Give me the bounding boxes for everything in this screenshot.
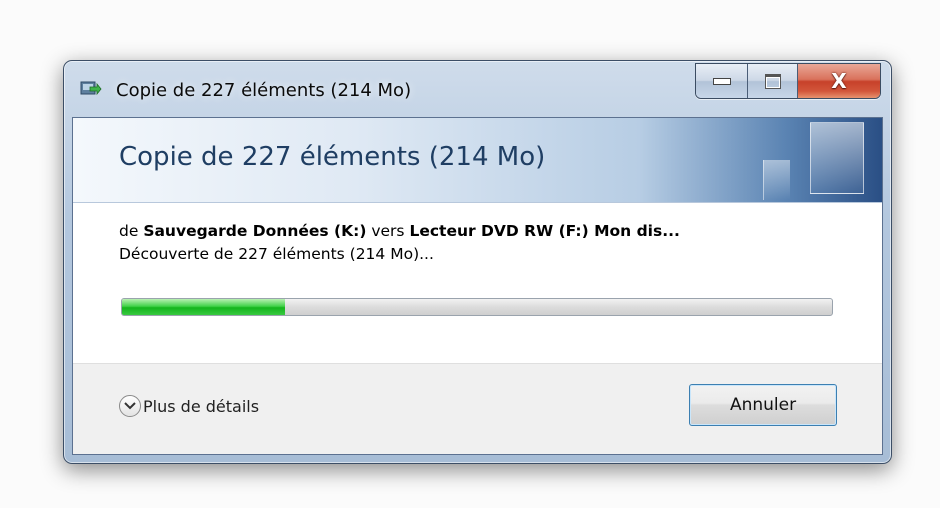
maximize-button[interactable] <box>748 64 798 98</box>
maximize-icon <box>764 73 781 89</box>
transfer-status: Découverte de 227 éléments (214 Mo)... <box>119 245 434 263</box>
dialog-footer: Plus de détails Annuler <box>73 363 882 454</box>
more-details-label[interactable]: Plus de détails <box>143 397 259 416</box>
header-title: Copie de 227 éléments (214 Mo) <box>119 142 546 172</box>
copy-dialog-window: Copie de 227 éléments (214 Mo) X Copie d… <box>63 60 892 464</box>
cancel-button[interactable]: Annuler <box>689 384 837 426</box>
progress-fill <box>122 299 286 315</box>
copy-transfer-icon <box>80 79 102 99</box>
minimize-icon <box>712 77 731 85</box>
to-prefix: vers <box>371 222 405 240</box>
transfer-route: de Sauvegarde Données (K:) vers Lecteur … <box>119 222 834 240</box>
copy-progress-bar <box>121 298 833 316</box>
close-button[interactable]: X <box>798 64 880 98</box>
dialog-header: Copie de 227 éléments (214 Mo) <box>73 118 882 203</box>
header-decoration <box>763 160 790 200</box>
more-details-toggle[interactable]: Plus de détails <box>119 395 259 417</box>
destination-location[interactable]: Lecteur DVD RW (F:) Mon dis... <box>409 222 679 240</box>
dialog-content: Copie de 227 éléments (214 Mo) de Sauveg… <box>72 117 883 455</box>
window-title: Copie de 227 éléments (214 Mo) <box>116 80 412 101</box>
minimize-button[interactable] <box>696 64 748 98</box>
chevron-down-icon[interactable] <box>119 395 141 417</box>
title-bar[interactable]: Copie de 227 éléments (214 Mo) X <box>64 61 891 117</box>
window-controls: X <box>695 63 881 99</box>
close-icon: X <box>831 69 847 93</box>
source-location[interactable]: Sauvegarde Données (K:) <box>143 222 366 240</box>
header-decoration-panel <box>810 122 864 194</box>
from-prefix: de <box>119 222 139 240</box>
